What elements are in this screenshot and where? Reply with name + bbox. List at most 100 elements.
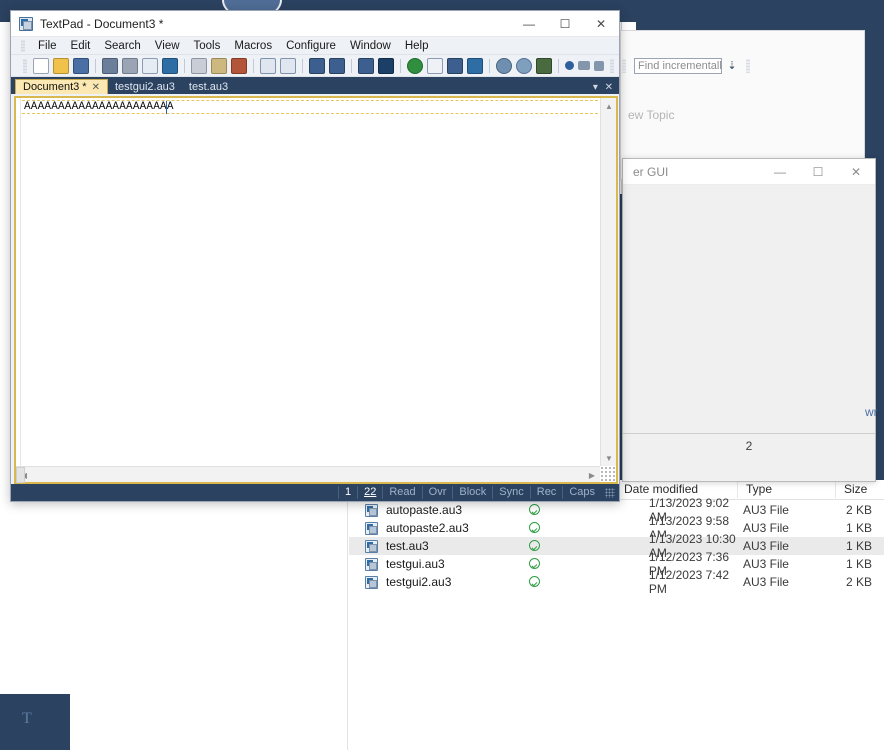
find-in-files-icon[interactable] xyxy=(467,57,483,74)
print-icon[interactable] xyxy=(122,57,138,74)
file-name: autopaste2.au3 xyxy=(386,521,469,535)
word-wrap-icon[interactable] xyxy=(358,57,374,74)
page-setup-icon[interactable] xyxy=(142,57,158,74)
file-size: 1 KB xyxy=(845,557,872,571)
web-browse-icon[interactable] xyxy=(407,57,423,74)
minimize-icon[interactable]: — xyxy=(761,159,799,185)
tab-document3[interactable]: Document3 * ✕ xyxy=(15,79,108,94)
menu-bar[interactable]: File Edit Search View Tools Macros Confi… xyxy=(11,37,619,55)
copy-icon[interactable] xyxy=(211,57,227,74)
menu-help[interactable]: Help xyxy=(398,38,436,54)
status-caps[interactable]: Caps xyxy=(562,486,601,499)
new-topic-link[interactable]: ew Topic xyxy=(628,108,674,122)
redo-icon[interactable] xyxy=(280,57,296,74)
status-sync[interactable]: Sync xyxy=(492,486,529,499)
scroll-thumb[interactable] xyxy=(16,467,25,483)
menu-configure[interactable]: Configure xyxy=(279,38,343,54)
cut-icon[interactable] xyxy=(191,57,207,74)
status-overwrite[interactable]: Ovr xyxy=(421,486,453,499)
toolbar-separator xyxy=(253,58,254,73)
toolbar-grip[interactable] xyxy=(23,58,27,73)
table-row[interactable]: autopaste2.au3 1/13/2023 9:58 AM AU3 Fil… xyxy=(349,514,884,542)
editor-frame: AAAAAAAAAAAAAAAAAAAAAA ▲ ▼ ◀ ▶ xyxy=(14,96,618,484)
toolbar-grip[interactable] xyxy=(622,58,626,73)
gui-window-title: er GUI xyxy=(633,164,669,179)
stop-macro-icon[interactable] xyxy=(578,61,590,70)
toolbar-separator xyxy=(351,58,352,73)
toolbar[interactable]: Find incrementally ⇣ xyxy=(11,55,750,77)
gui-status-bar: 2 xyxy=(623,433,875,457)
close-icon[interactable]: ✕ xyxy=(92,82,100,93)
au3-file-icon xyxy=(365,521,378,535)
resize-grip[interactable] xyxy=(600,466,616,482)
textpad-title-bar[interactable]: TextPad - Document3 * — ☐ ✕ xyxy=(11,11,619,37)
decrease-indent-icon[interactable] xyxy=(309,57,325,74)
search-icon[interactable] xyxy=(496,57,512,74)
scroll-right-icon[interactable]: ▶ xyxy=(584,467,600,483)
status-resize-grip[interactable] xyxy=(605,487,615,498)
replace-icon[interactable] xyxy=(516,57,532,74)
sort-icon[interactable] xyxy=(447,57,463,74)
play-macro-icon[interactable] xyxy=(594,60,604,71)
autoit-gui-window[interactable]: er GUI — ☐ ✕ 2 xyxy=(622,158,876,482)
save-file-icon[interactable] xyxy=(73,57,89,74)
textpad-window[interactable]: TextPad - Document3 * — ☐ ✕ File Edit Se… xyxy=(10,10,750,502)
increase-indent-icon[interactable] xyxy=(329,57,345,74)
column-header-type[interactable]: Type xyxy=(737,482,835,498)
menu-macros[interactable]: Macros xyxy=(227,38,279,54)
editor-line-text: AAAAAAAAAAAAAAAAAAAAAA xyxy=(24,101,174,113)
spell-check-icon[interactable] xyxy=(427,57,443,74)
maximize-icon[interactable]: ☐ xyxy=(547,11,583,37)
text-editor[interactable]: AAAAAAAAAAAAAAAAAAAAAA xyxy=(16,98,600,466)
search-input[interactable]: Find incrementally xyxy=(634,57,722,74)
minimize-icon[interactable]: — xyxy=(511,11,547,37)
status-rec[interactable]: Rec xyxy=(529,486,563,499)
new-file-icon[interactable] xyxy=(33,57,49,74)
scroll-up-icon[interactable]: ▲ xyxy=(601,98,617,114)
maximize-icon[interactable]: ☐ xyxy=(799,159,837,185)
close-icon[interactable]: ✕ xyxy=(583,11,619,37)
menubar-grip[interactable] xyxy=(21,39,25,52)
vertical-scrollbar[interactable]: ▲ ▼ xyxy=(600,98,616,466)
horizontal-scrollbar[interactable]: ◀ ▶ xyxy=(16,466,600,483)
menu-view[interactable]: View xyxy=(148,38,187,54)
window-controls: — ☐ ✕ xyxy=(511,11,619,37)
au3-file-icon xyxy=(365,557,378,571)
menu-file[interactable]: File xyxy=(31,38,64,54)
close-icon[interactable]: ✕ xyxy=(837,159,875,185)
file-type: AU3 File xyxy=(742,557,789,571)
scroll-down-icon[interactable]: ▼ xyxy=(601,450,617,466)
toolbar-separator xyxy=(95,58,96,73)
table-row[interactable]: testgui.au3 1/12/2023 7:36 PM AU3 File 1… xyxy=(349,550,884,578)
find-next-icon[interactable] xyxy=(536,57,552,74)
tab-overflow-controls[interactable]: ▾ ✕ xyxy=(593,82,615,93)
undo-icon[interactable] xyxy=(260,57,276,74)
gui-window-controls: — ☐ ✕ xyxy=(761,159,875,185)
table-row[interactable]: testgui2.au3 1/12/2023 7:42 PM AU3 File … xyxy=(349,568,884,596)
background-text-fragment: wr xyxy=(865,405,878,419)
record-macro-icon[interactable] xyxy=(565,61,574,70)
tab-test[interactable]: test.au3 xyxy=(182,79,235,94)
toolbar-grip[interactable] xyxy=(610,58,614,73)
file-manager-icon[interactable] xyxy=(162,57,178,74)
column-header-size[interactable]: Size xyxy=(835,482,884,498)
print-preview-icon[interactable] xyxy=(102,57,118,74)
document-tab-bar[interactable]: Document3 * ✕ testgui2.au3 test.au3 ▾ ✕ xyxy=(11,77,619,94)
gui-title-bar[interactable]: er GUI — ☐ ✕ xyxy=(623,159,875,185)
menu-search[interactable]: Search xyxy=(97,38,147,54)
open-file-icon[interactable] xyxy=(53,57,69,74)
table-row[interactable]: test.au3 1/13/2023 10:30 AM AU3 File 1 K… xyxy=(349,532,884,560)
tab-label: Document3 * xyxy=(23,81,87,93)
show-marks-icon[interactable] xyxy=(378,57,394,74)
table-row[interactable]: autopaste.au3 1/13/2023 9:02 AM AU3 File… xyxy=(349,496,884,524)
menu-tools[interactable]: Tools xyxy=(187,38,228,54)
paste-icon[interactable] xyxy=(231,57,247,74)
status-block-mode[interactable]: Block xyxy=(452,486,492,499)
toolbar-grip[interactable] xyxy=(746,58,750,73)
tab-testgui2[interactable]: testgui2.au3 xyxy=(108,79,182,94)
menu-window[interactable]: Window xyxy=(343,38,398,54)
status-read-mode[interactable]: Read xyxy=(382,486,421,499)
find-direction-icon[interactable]: ⇣ xyxy=(724,58,740,74)
menu-edit[interactable]: Edit xyxy=(64,38,98,54)
tab-label: test.au3 xyxy=(188,80,229,93)
